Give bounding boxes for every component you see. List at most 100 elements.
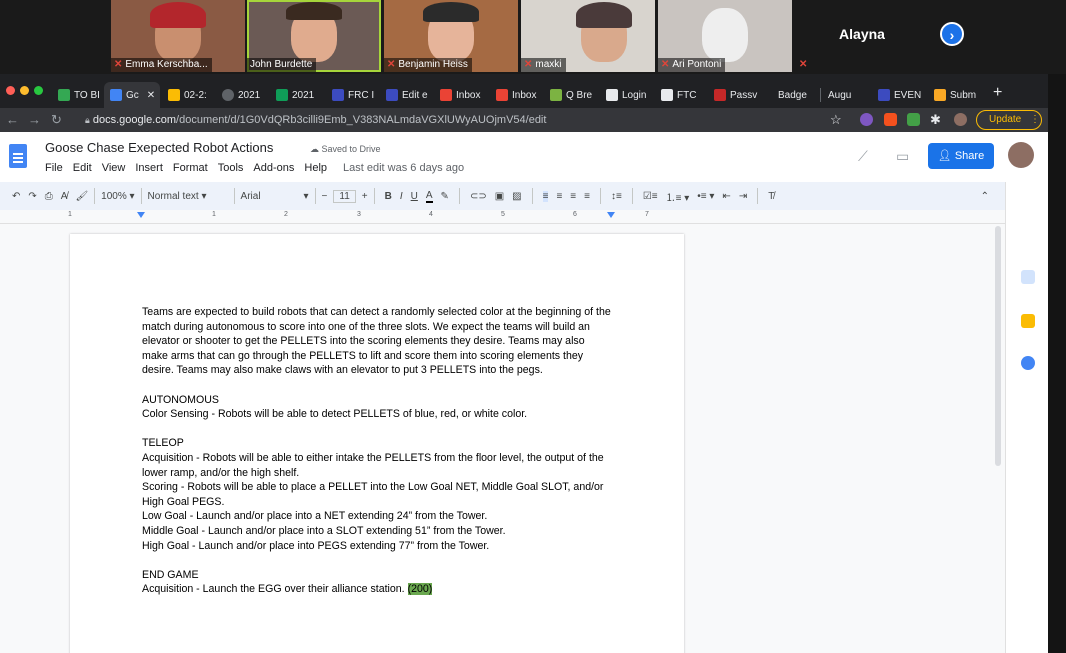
save-status[interactable]: ☁︎ Saved to Drive	[310, 144, 381, 155]
chevron-up-icon[interactable]: ⌃	[981, 191, 989, 202]
font-size-input[interactable]: 11	[333, 189, 356, 203]
participant-tile-1[interactable]: ✕ Emma Kerschba...	[111, 0, 245, 72]
extension-icon[interactable]	[860, 113, 873, 126]
share-button[interactable]: 👤︎ Share	[928, 143, 994, 169]
last-edit-link[interactable]: Last edit was 6 days ago	[343, 162, 464, 174]
browser-tab[interactable]: FTC	[655, 82, 707, 108]
menu-view[interactable]: View	[102, 162, 126, 174]
document-body[interactable]: Teams are expected to build robots that …	[142, 305, 612, 597]
browser-tab[interactable]: Passv	[708, 82, 764, 108]
print-icon[interactable]: ⎙	[45, 191, 53, 202]
browser-tab[interactable]: Augu	[822, 82, 870, 108]
document-page[interactable]: Teams are expected to build robots that …	[70, 234, 684, 653]
menu-addons[interactable]: Add-ons	[253, 162, 294, 174]
reload-icon[interactable]: ↻	[51, 112, 62, 128]
browser-tab[interactable]: Q Bre	[544, 82, 598, 108]
account-avatar[interactable]	[1008, 142, 1034, 168]
decrease-font-size-icon[interactable]: −	[322, 191, 328, 202]
url-path: /document/d/1G0VdQRb3cilli9Emb_V383NALmd…	[176, 114, 547, 126]
menu-edit[interactable]: Edit	[73, 162, 92, 174]
chevron-right-icon[interactable]: ›	[940, 22, 964, 46]
activity-icon[interactable]: ⟋	[858, 148, 868, 165]
numbered-list-icon[interactable]: ⒈≡ ▾	[666, 189, 690, 204]
update-button[interactable]: Update ⋮	[976, 110, 1042, 130]
decrease-indent-icon[interactable]: ⇤	[722, 191, 730, 202]
keep-icon[interactable]	[1021, 314, 1035, 328]
participant-tile-name-only[interactable]: Alayna ✕	[795, 0, 929, 72]
menu-file[interactable]: File	[45, 162, 63, 174]
menu-insert[interactable]: Insert	[135, 162, 163, 174]
align-center-icon[interactable]: ≡	[556, 191, 562, 202]
add-comment-icon[interactable]: ▣	[495, 191, 504, 202]
increase-font-size-icon[interactable]: +	[362, 191, 368, 202]
globe-icon	[222, 89, 234, 101]
paint-format-icon[interactable]: 🖌︎	[75, 191, 88, 202]
justify-icon[interactable]: ≡	[584, 191, 590, 202]
participant-tile-4[interactable]: ✕ maxki	[521, 0, 655, 72]
autonomous-heading: AUTONOMOUS	[142, 393, 219, 406]
italic-icon[interactable]: I	[400, 191, 403, 202]
minimize-window-icon[interactable]	[20, 86, 29, 95]
bulleted-list-icon[interactable]: •≡ ▾	[697, 191, 714, 202]
extension-icon[interactable]	[907, 113, 920, 126]
browser-tab[interactable]: Inbox	[490, 82, 542, 108]
line-spacing-icon[interactable]: ↕≡	[611, 191, 622, 202]
browser-tab[interactable]: FRC I	[326, 82, 376, 108]
browser-tab-active[interactable]: Gc ✕	[104, 82, 160, 108]
style-select[interactable]: Normal text ▾	[148, 191, 228, 202]
participant-tile-5[interactable]: ✕ Ari Pontoni	[658, 0, 792, 72]
browser-tab[interactable]: Badgе	[772, 82, 820, 108]
indent-marker[interactable]	[137, 212, 145, 218]
close-window-icon[interactable]	[6, 86, 15, 95]
insert-image-icon[interactable]: ▨	[512, 191, 521, 202]
puzzle-icon[interactable]: ✱	[930, 112, 941, 128]
extension-icon[interactable]	[884, 113, 897, 126]
comment-icon[interactable]: ▭	[896, 148, 909, 165]
underline-icon[interactable]: U	[411, 191, 418, 202]
participant-tile-3[interactable]: ✕ Benjamin Heiss	[384, 0, 518, 72]
participant-tile-2[interactable]: John Burdette	[247, 0, 381, 72]
maximize-window-icon[interactable]	[34, 86, 43, 95]
profile-avatar[interactable]	[954, 113, 967, 126]
zoom-select[interactable]: 100% ▾	[101, 191, 134, 202]
menu-help[interactable]: Help	[304, 162, 327, 174]
text-color-icon[interactable]: A	[425, 190, 433, 203]
forward-icon[interactable]: →	[28, 112, 41, 127]
browser-tab[interactable]: 02-2:	[162, 82, 212, 108]
back-icon[interactable]: ←	[6, 112, 19, 127]
docs-header: Goose Chase Exepected Robot Actions ☁︎ S…	[0, 132, 1048, 182]
browser-tab[interactable]: Subm	[928, 82, 980, 108]
browser-tab[interactable]: TO BI	[52, 82, 102, 108]
docs-logo-icon[interactable]	[9, 144, 27, 168]
ruler[interactable]: 1 1 2 3 4 5 6 7	[0, 210, 1005, 224]
indent-marker[interactable]	[607, 212, 615, 218]
browser-tab[interactable]: Inbox	[434, 82, 486, 108]
spellcheck-icon[interactable]: A̸	[61, 191, 68, 202]
vertical-scrollbar[interactable]	[995, 226, 1001, 466]
align-left-icon[interactable]: ≡	[542, 190, 549, 202]
bold-icon[interactable]: B	[385, 191, 392, 202]
browser-tab[interactable]: Edit e	[380, 82, 430, 108]
browser-tab[interactable]: 2021	[270, 82, 322, 108]
new-tab-icon[interactable]: +	[993, 84, 1002, 102]
highlight-icon[interactable]: ✎	[441, 191, 449, 202]
document-title[interactable]: Goose Chase Exepected Robot Actions	[45, 140, 273, 155]
browser-tab[interactable]: EVEN	[872, 82, 924, 108]
redo-icon[interactable]: ↷	[28, 191, 36, 202]
checklist-icon[interactable]: ☑≡	[643, 191, 658, 202]
link-icon[interactable]: ⊂⊃	[470, 191, 487, 202]
close-icon[interactable]: ✕	[147, 90, 155, 101]
align-right-icon[interactable]: ≡	[570, 191, 576, 202]
calendar-icon[interactable]	[1021, 270, 1035, 284]
menu-tools[interactable]: Tools	[218, 162, 244, 174]
increase-indent-icon[interactable]: ⇥	[739, 191, 747, 202]
browser-tab[interactable]: 2021	[216, 82, 268, 108]
clear-formatting-icon[interactable]: T̸	[768, 191, 774, 202]
undo-icon[interactable]: ↶	[12, 191, 20, 202]
font-select[interactable]: Arial ▾	[241, 191, 309, 202]
menu-format[interactable]: Format	[173, 162, 208, 174]
address-bar[interactable]: 🔒︎ docs.google.com/document/d/1G0VdQRb3c…	[75, 110, 850, 130]
star-icon[interactable]: ☆	[830, 112, 842, 128]
browser-tab[interactable]: Login	[600, 82, 654, 108]
tasks-icon[interactable]	[1021, 356, 1035, 370]
